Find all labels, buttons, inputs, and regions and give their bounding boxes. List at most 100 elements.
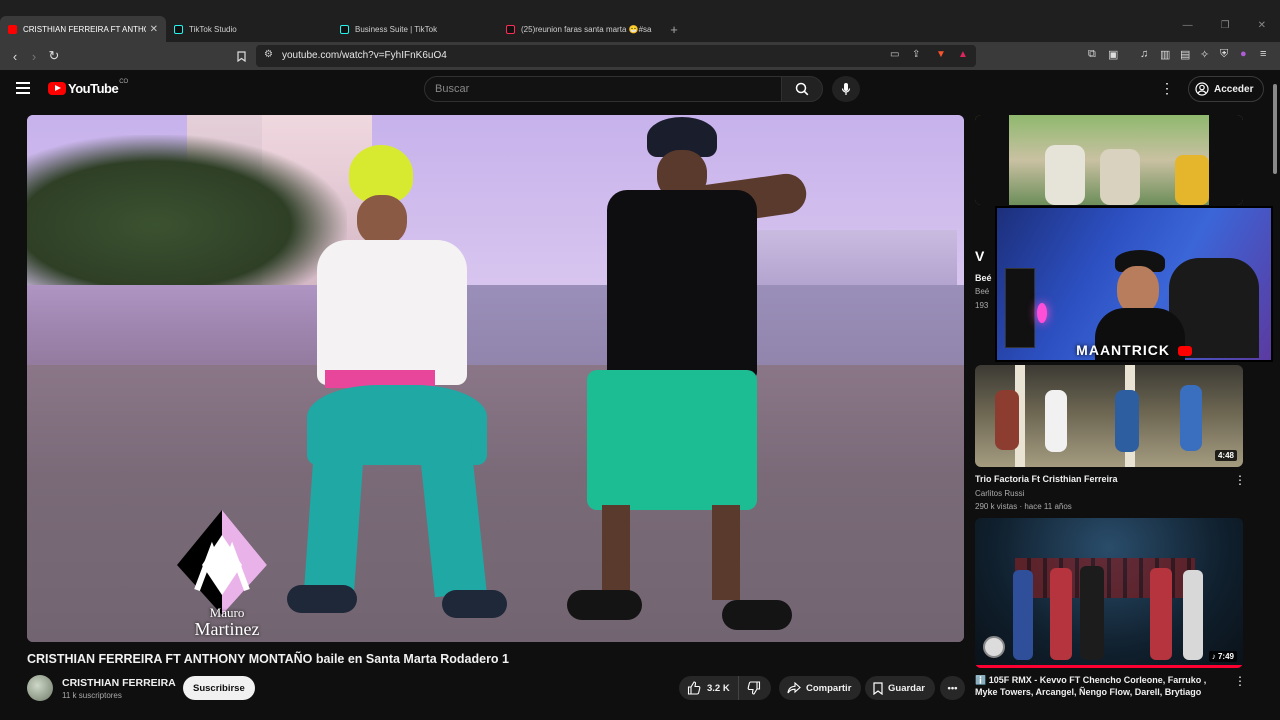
tiktok-favicon-icon — [174, 24, 183, 34]
duration-badge: ♪ 7:49 — [1208, 651, 1237, 662]
scrollbar-thumb[interactable] — [1273, 84, 1277, 174]
screenshot-icon[interactable]: ▣ — [1108, 48, 1118, 61]
like-count: 3.2 K — [707, 682, 730, 694]
brave-shield-icon[interactable]: ▼ — [936, 49, 946, 60]
tab-title: (25)reunion faras santa marta 😁#sa — [521, 24, 652, 34]
share-page-icon[interactable]: ⇪ — [912, 49, 920, 60]
sidebar-video-title[interactable]: Trio Factoria Ft Cristhian Ferreira — [975, 473, 1227, 485]
extensions-icon[interactable]: ⧉ — [1088, 48, 1096, 61]
thumbs-up-icon — [687, 681, 701, 695]
tabs-row: CRISTHIAN FERREIRA FT ANTHON ✕ TikTok St… — [0, 16, 684, 42]
search-input[interactable] — [425, 77, 781, 101]
browser-tabstrip: CRISTHIAN FERREIRA FT ANTHON ✕ TikTok St… — [0, 0, 1280, 44]
brave-rewards-icon[interactable]: ▲ — [958, 49, 968, 60]
more-actions-button[interactable]: ••• — [940, 676, 965, 700]
youtube-logo[interactable]: YouTube CO — [48, 78, 129, 96]
webcam-label: MAANTRICK — [997, 342, 1271, 358]
sidebar-thumbnail[interactable]: ♪ 7:49 — [975, 518, 1243, 668]
minimize-icon[interactable]: — — [1183, 20, 1193, 31]
channel-avatar[interactable] — [27, 675, 53, 701]
pc-case — [1005, 268, 1035, 348]
webcam-overlay: MAANTRICK — [995, 206, 1273, 362]
site-info-icon[interactable]: ⚙ — [264, 49, 273, 60]
music-icon[interactable]: ♫ — [1140, 48, 1148, 60]
sidebar-video-title[interactable]: ℹ️ 105F RMX - Kevvo FT Chencho Corleone,… — [975, 674, 1227, 698]
search-button[interactable] — [781, 76, 823, 102]
search-box — [424, 76, 782, 102]
save-bookmark-icon — [873, 681, 883, 695]
lamp — [1037, 303, 1047, 323]
window-controls: — ❐ ✕ — [1183, 20, 1266, 31]
like-dislike-group: 3.2 K — [679, 676, 771, 700]
new-tab-button[interactable]: + — [664, 16, 684, 42]
streamer-face — [1117, 266, 1159, 314]
settings-kebab-icon[interactable]: ⋮ — [1160, 80, 1174, 97]
reload-icon[interactable]: ↻ — [44, 46, 64, 66]
logo-text: YouTube — [68, 81, 119, 96]
video-frame-dancer — [547, 115, 809, 635]
tab-title: Business Suite | TikTok — [355, 24, 438, 34]
sidebar-channel[interactable]: Carlitos Russi — [975, 489, 1024, 498]
close-window-icon[interactable]: ✕ — [1258, 20, 1266, 31]
tab-tiktok-studio[interactable]: TikTok Studio — [166, 16, 332, 42]
youtube-header: YouTube CO ⋮ Acceder — [0, 70, 1280, 110]
channel-name[interactable]: CRISTHIAN FERREIRA — [62, 677, 176, 689]
logo-country: CO — [119, 78, 129, 85]
forward-icon[interactable]: › — [24, 46, 44, 66]
wallet-icon[interactable]: ▤ — [1180, 48, 1190, 61]
url-text: youtube.com/watch?v=FyhIFnK6uO4 — [282, 50, 447, 61]
leo-ai-icon[interactable]: ✧ — [1200, 48, 1209, 61]
sidebar-thumbnail-partial[interactable] — [975, 115, 1243, 205]
duration-text: 7:49 — [1217, 652, 1234, 661]
more-horizontal-icon: ••• — [947, 682, 958, 694]
thumbs-down-icon — [747, 681, 760, 695]
microphone-icon — [841, 83, 851, 95]
partial-thumb-letter: V — [975, 248, 985, 264]
back-icon[interactable]: ‹ — [5, 46, 25, 66]
account-icon — [1195, 82, 1209, 96]
close-tab-icon[interactable]: ✕ — [150, 24, 158, 35]
signin-label: Acceder — [1214, 83, 1254, 95]
vpn-icon[interactable]: ⛨ — [1220, 48, 1228, 61]
page-scrollbar[interactable] — [1271, 70, 1279, 720]
sidebar-toggle-icon[interactable]: ▥ — [1160, 48, 1170, 61]
tiktok-favicon-icon — [340, 24, 349, 34]
sidebar-more-icon[interactable]: ⋮ — [1234, 674, 1246, 688]
profile-icon[interactable]: ● — [1240, 48, 1247, 60]
browser-toolbar: ‹ › ↻ ⚙ youtube.com/watch?v=FyhIFnK6uO4 … — [0, 42, 1280, 70]
video-player[interactable]: Mauro Martinez — [27, 115, 964, 642]
address-bar[interactable]: ⚙ youtube.com/watch?v=FyhIFnK6uO4 ▭ ⇪ ▼ … — [256, 45, 976, 67]
hamburger-menu-icon[interactable] — [16, 82, 30, 94]
sidebar-channel-partial: Beé — [975, 287, 990, 296]
tab-reunion[interactable]: (25)reunion faras santa marta 😁#sa — [498, 16, 664, 42]
tab-business-suite[interactable]: Business Suite | TikTok — [332, 16, 498, 42]
subscribe-button[interactable]: Suscribirse — [183, 676, 255, 700]
share-icon — [787, 682, 801, 694]
sidebar-thumbnail[interactable]: 4:48 — [975, 365, 1243, 467]
sidebar-more-icon[interactable]: ⋮ — [1234, 473, 1246, 487]
bookmark-icon[interactable] — [231, 46, 251, 66]
tab-youtube[interactable]: CRISTHIAN FERREIRA FT ANTHON ✕ — [0, 16, 166, 42]
like-button[interactable]: 3.2 K — [679, 676, 739, 700]
save-button[interactable]: Guardar — [865, 676, 935, 700]
search-icon — [795, 82, 809, 96]
subscriber-count: 11 k suscriptores — [62, 691, 122, 700]
sidebar-meta-partial: 193 — [975, 301, 989, 310]
voice-search-button[interactable] — [832, 76, 860, 102]
tiktok-favicon-icon — [506, 24, 515, 34]
video-title: CRISTHIAN FERREIRA FT ANTHONY MONTAÑO ba… — [27, 652, 509, 666]
youtube-play-icon — [48, 82, 66, 95]
watermark-line2: Martinez — [194, 619, 260, 639]
menu-icon[interactable]: ≡ — [1260, 48, 1266, 60]
youtube-badge-icon — [1177, 346, 1192, 357]
watermark-text: Mauro Martinez — [177, 605, 277, 639]
signin-button[interactable]: Acceder — [1188, 76, 1265, 102]
share-button[interactable]: Compartir — [779, 676, 862, 700]
save-label: Guardar — [888, 682, 925, 694]
cast-icon[interactable]: ▭ — [890, 49, 899, 60]
maximize-icon[interactable]: ❐ — [1221, 20, 1230, 31]
dislike-button[interactable] — [739, 676, 769, 700]
webcam-label-text: MAANTRICK — [1076, 342, 1170, 358]
share-label: Compartir — [806, 682, 852, 694]
tab-title: CRISTHIAN FERREIRA FT ANTHON — [23, 24, 146, 34]
